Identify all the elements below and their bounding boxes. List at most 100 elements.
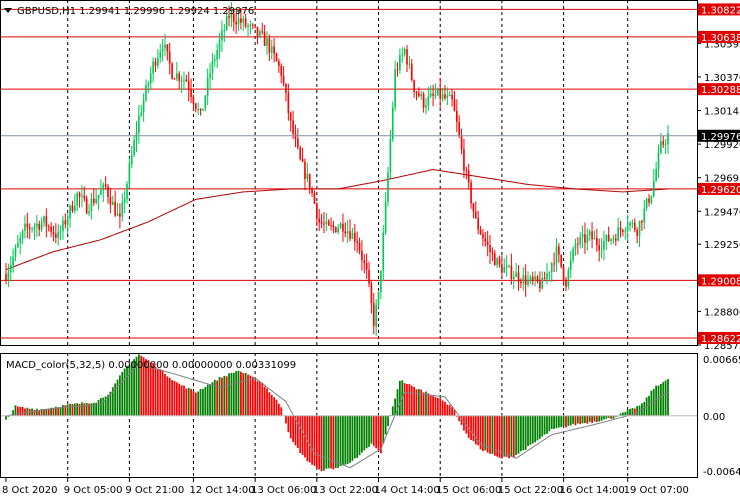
bear-candle (26, 223, 29, 228)
macd-bar-down (164, 374, 166, 416)
macd-bar-up (232, 372, 235, 416)
macd-bar-down (190, 388, 192, 416)
bull-candle (81, 195, 83, 197)
macd-bar-down (633, 408, 636, 416)
macd-bar-down (71, 404, 74, 416)
bear-candle (636, 229, 638, 236)
bull-candle (43, 216, 45, 223)
bear-candle (349, 231, 351, 239)
macd-bar-up (667, 379, 669, 416)
bull-candle (572, 248, 574, 260)
macd-bar-up (5, 415, 7, 420)
bear-candle (278, 61, 280, 66)
macd-bar-down (579, 415, 582, 425)
price-tick-label: 1.29250 (704, 240, 740, 251)
bull-candle (593, 237, 596, 240)
main-chart-area[interactable] (0, 0, 697, 345)
bear-candle (491, 252, 494, 254)
bear-candle (287, 93, 290, 113)
bull-candle (138, 115, 140, 133)
bull-candle (183, 79, 185, 81)
bull-candle (380, 270, 382, 293)
macd-bar-up (363, 415, 366, 451)
macd-tick-label: 0.0066512 (703, 355, 740, 366)
price-chart[interactable]: 1.305951.303701.301451.299201.296951.294… (0, 0, 740, 500)
bull-candle (36, 223, 38, 227)
bear-candle (413, 80, 415, 93)
bear-candle (171, 63, 173, 79)
macd-bar-up (62, 405, 64, 416)
macd-bar-down (313, 415, 316, 466)
bear-candle (299, 147, 302, 160)
macd-bar-up (334, 415, 337, 469)
macd-bar-up (327, 415, 330, 469)
bull-candle (617, 227, 619, 241)
macd-bar-up (337, 415, 340, 468)
bear-candle (365, 263, 368, 270)
bear-candle (358, 243, 361, 251)
bull-candle (180, 80, 183, 82)
bull-candle (610, 239, 612, 242)
bear-candle (619, 227, 622, 231)
bear-candle (463, 149, 465, 171)
macd-bar-down (311, 415, 313, 465)
bear-candle (460, 135, 463, 150)
bear-candle (489, 245, 491, 253)
bear-candle (622, 230, 624, 232)
bull-candle (586, 235, 589, 243)
macd-bar-up (35, 408, 38, 416)
macd-bar-down (512, 415, 515, 458)
time-tick-label: 12 Oct 14:00 (189, 485, 254, 496)
macd-bar-up (384, 415, 387, 435)
macd-bar-down (175, 382, 178, 416)
bull-candle (14, 247, 17, 257)
macd-bar-up (624, 412, 627, 416)
macd-bar-down (586, 415, 589, 424)
bull-candle (534, 276, 536, 280)
macd-bar-down (375, 415, 378, 449)
macd-bar-up (584, 415, 586, 424)
bull-candle (631, 222, 634, 224)
macd-bar-up (199, 389, 202, 416)
bull-candle (161, 48, 164, 52)
time-tick-label: 15 Oct 06:00 (436, 485, 501, 496)
macd-bar-down (285, 415, 287, 424)
macd-bar-down (261, 382, 264, 416)
macd-bar-down (574, 415, 577, 426)
macd-bar-up (209, 384, 211, 416)
level-price-label: 1.29008 (701, 276, 740, 287)
macd-bar-down (420, 389, 423, 416)
bear-candle (107, 186, 109, 197)
bull-candle (95, 198, 97, 204)
macd-bar-up (213, 379, 216, 416)
macd-bar-down (299, 415, 302, 454)
bull-candle (76, 193, 79, 206)
time-tick-label: 14 Oct 14:00 (375, 485, 440, 496)
ohlc-values: 1.29941 1.29996 1.29924 1.29976 (79, 6, 254, 17)
time-tick-label: 9 Oct 05:00 (64, 485, 123, 496)
macd-bar-down (320, 415, 323, 472)
bull-candle (206, 77, 209, 97)
bear-candle (498, 258, 501, 265)
macd-bar-up (534, 415, 537, 443)
bear-candle (543, 277, 546, 280)
macd-bar-up (368, 415, 370, 447)
bear-candle (194, 103, 197, 110)
bear-candle (190, 89, 192, 98)
bear-candle (263, 32, 266, 46)
bull-candle (541, 277, 544, 289)
bull-candle (629, 222, 631, 227)
macd-bar-up (66, 404, 69, 416)
bull-candle (387, 172, 389, 202)
macd-bar-up (626, 410, 629, 416)
macd-bar-up (553, 415, 555, 429)
macd-bar-up (116, 379, 119, 416)
bull-candle (116, 213, 119, 216)
macd-bar-up (572, 415, 574, 424)
macd-bar-down (171, 380, 173, 416)
bull-candle (33, 226, 36, 229)
macd-bar-up (560, 415, 563, 428)
time-tick-label: 15 Oct 22:00 (498, 485, 563, 496)
bull-candle (223, 29, 226, 31)
level-price-label: 1.29620 (701, 185, 740, 196)
